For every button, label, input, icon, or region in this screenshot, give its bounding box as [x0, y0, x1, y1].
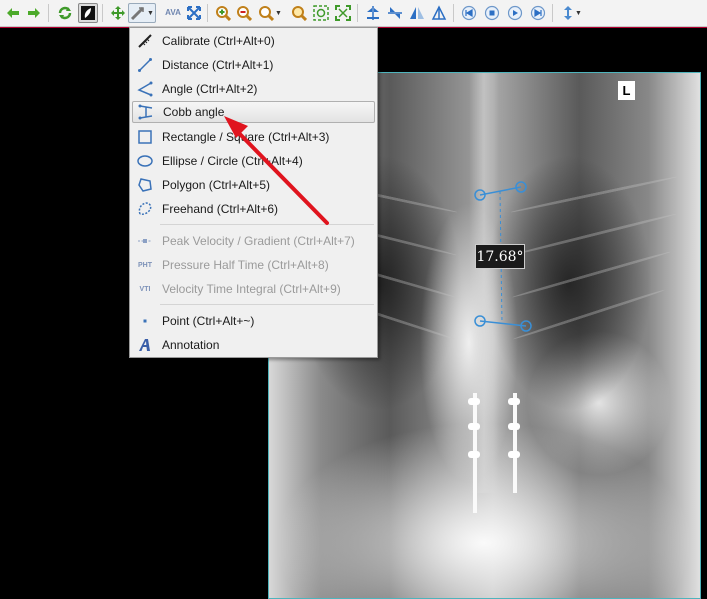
polygon-icon [134, 174, 156, 196]
calibrate-icon [134, 30, 156, 52]
menu-item-label: Rectangle / Square (Ctrl+Alt+3) [162, 130, 330, 144]
menu-item-pressure-half-time: PHT Pressure Half Time (Ctrl+Alt+8) [132, 254, 375, 276]
menu-item-label: Cobb angle [163, 105, 225, 119]
menu-item-cobb-angle[interactable]: Cobb angle [132, 101, 375, 123]
menu-item-freehand[interactable]: Freehand (Ctrl+Alt+6) [132, 198, 375, 220]
menu-item-label: Angle (Ctrl+Alt+2) [162, 82, 258, 96]
angle-value-label: 17.68° [475, 244, 525, 269]
menu-item-label: Pressure Half Time (Ctrl+Alt+8) [162, 258, 329, 272]
velocity-time-integral-icon: VTI [139, 285, 151, 293]
menu-item-peak-velocity: Peak Velocity / Gradient (Ctrl+Alt+7) [132, 230, 375, 252]
flip-icon[interactable] [407, 3, 427, 23]
menu-item-ellipse[interactable]: Ellipse / Circle (Ctrl+Alt+4) [132, 150, 375, 172]
menu-item-label: Polygon (Ctrl+Alt+5) [162, 178, 271, 192]
flip-horizontal-icon[interactable] [385, 3, 405, 23]
menu-item-point[interactable]: Point (Ctrl+Alt+~) [132, 310, 375, 332]
cobb-angle-icon [135, 101, 157, 123]
refresh-icon[interactable] [55, 3, 75, 23]
menu-item-label: Ellipse / Circle (Ctrl+Alt+4) [162, 154, 303, 168]
menu-item-polygon[interactable]: Polygon (Ctrl+Alt+5) [132, 174, 375, 196]
toolbar: ▼ AVA ▼ ▼ [0, 0, 707, 27]
menu-item-label: Distance (Ctrl+Alt+1) [162, 58, 274, 72]
menu-item-label: Point (Ctrl+Alt+~) [162, 314, 255, 328]
zoom-in-icon[interactable] [213, 3, 233, 23]
zoom-out-icon[interactable] [234, 3, 254, 23]
invert-icon[interactable] [78, 3, 98, 23]
angle-icon [134, 78, 156, 100]
ava-icon[interactable]: AVA [162, 3, 184, 23]
ava-label: AVA [165, 8, 181, 17]
zoom-fit-icon[interactable] [333, 3, 353, 23]
measurement-menu: Calibrate (Ctrl+Alt+0) Distance (Ctrl+Al… [129, 27, 378, 358]
pressure-half-time-icon: PHT [138, 261, 152, 269]
back-arrow-icon[interactable] [3, 3, 23, 23]
rotate-icon[interactable] [429, 3, 449, 23]
distance-icon [134, 54, 156, 76]
stop-icon[interactable] [482, 3, 502, 23]
zoom-dropdown-icon[interactable]: ▼ [256, 3, 284, 23]
last-frame-icon[interactable] [528, 3, 548, 23]
play-icon[interactable] [505, 3, 525, 23]
freehand-icon [134, 198, 156, 220]
rectangle-icon [134, 126, 156, 148]
flip-vertical-icon[interactable] [363, 3, 383, 23]
menu-item-label: Velocity Time Integral (Ctrl+Alt+9) [162, 282, 341, 296]
menu-item-label: Annotation [162, 338, 220, 352]
first-frame-icon[interactable] [459, 3, 479, 23]
scroll-icon[interactable]: ▼ [558, 3, 586, 23]
menu-item-label: Peak Velocity / Gradient (Ctrl+Alt+7) [162, 234, 355, 248]
annotation-icon [134, 334, 156, 356]
menu-item-rectangle[interactable]: Rectangle / Square (Ctrl+Alt+3) [132, 126, 375, 148]
menu-item-velocity-time-integral: VTI Velocity Time Integral (Ctrl+Alt+9) [132, 278, 375, 300]
zoom-actual-icon[interactable] [311, 3, 331, 23]
menu-item-label: Calibrate (Ctrl+Alt+0) [162, 34, 275, 48]
menu-item-angle[interactable]: Angle (Ctrl+Alt+2) [132, 78, 375, 100]
pan-icon[interactable] [108, 3, 128, 23]
menu-item-annotation[interactable]: Annotation [132, 334, 375, 356]
menu-item-distance[interactable]: Distance (Ctrl+Alt+1) [132, 54, 375, 76]
fit-icon[interactable] [184, 3, 204, 23]
magnifier-icon[interactable] [289, 3, 309, 23]
peak-velocity-icon [134, 230, 156, 252]
menu-item-label: Freehand (Ctrl+Alt+6) [162, 202, 279, 216]
measure-tool-icon[interactable]: ▼ [128, 3, 156, 23]
point-icon [134, 310, 156, 332]
forward-arrow-icon[interactable] [24, 3, 44, 23]
ellipse-icon [134, 150, 156, 172]
menu-item-calibrate[interactable]: Calibrate (Ctrl+Alt+0) [132, 30, 375, 52]
